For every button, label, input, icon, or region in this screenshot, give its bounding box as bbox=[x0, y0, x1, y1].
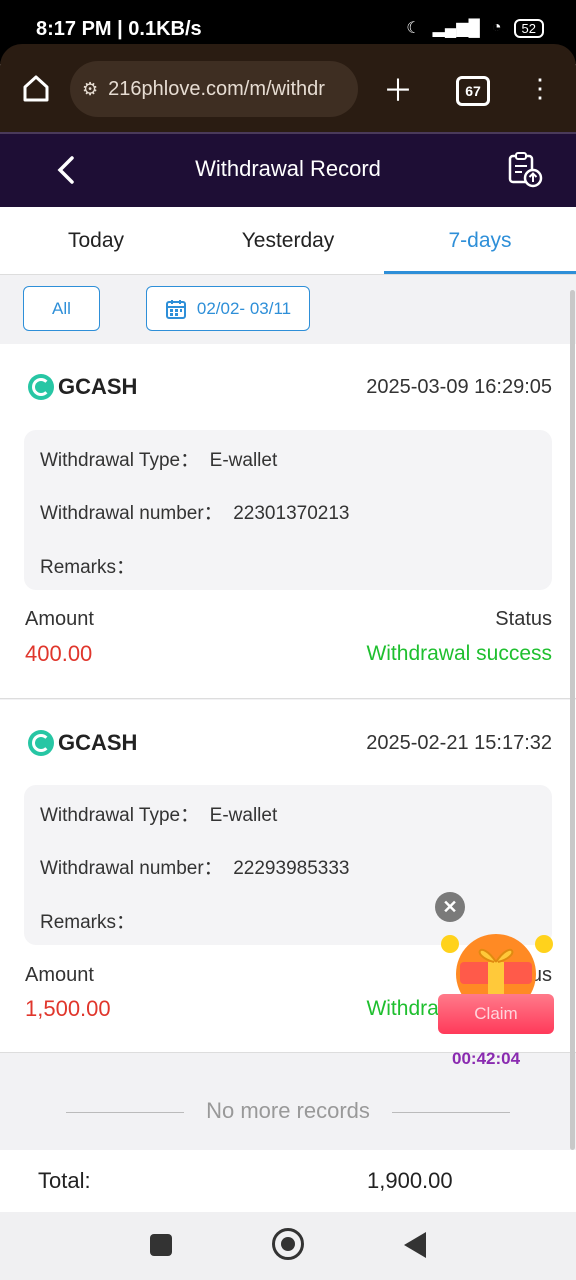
status-value: Withdrawal success bbox=[366, 642, 552, 665]
address-url: 216phlove.com/m/withdr bbox=[108, 77, 325, 100]
amount-value: 1,500.00 bbox=[25, 996, 111, 1021]
date-range-label: 02/02- 03/11 bbox=[196, 298, 292, 318]
browser-toolbar: ⚙ 216phlove.com/m/withdr ＋ 67 ⋮ bbox=[0, 44, 576, 132]
recents-icon[interactable] bbox=[150, 1234, 172, 1256]
gift-promo[interactable]: Claim bbox=[436, 926, 556, 1046]
date-range-button[interactable]: 02/02- 03/11 bbox=[146, 286, 310, 331]
withdrawal-type-row: Withdrawal Type： E-wallet bbox=[40, 805, 278, 826]
filter-all-button[interactable]: All bbox=[23, 286, 100, 331]
period-tabs: Today Yesterday 7-days bbox=[0, 207, 576, 275]
total-bar: Total: 1,900.00 bbox=[0, 1150, 576, 1212]
withdrawal-type-row: Withdrawal Type： E-wallet bbox=[40, 450, 278, 471]
record-details: Withdrawal Type： E-wallet Withdrawal num… bbox=[24, 430, 552, 590]
gcash-icon bbox=[28, 730, 54, 756]
record-datetime: 2025-02-21 15:17:32 bbox=[366, 732, 552, 754]
total-value: 1,900.00 bbox=[367, 1168, 453, 1193]
close-promo-icon[interactable]: ✕ bbox=[435, 892, 465, 922]
remarks-row: Remarks： bbox=[40, 557, 136, 578]
withdrawal-number-row: Withdrawal number： 22301370213 bbox=[40, 503, 350, 524]
remarks-row: Remarks： bbox=[40, 912, 136, 933]
scrollbar[interactable] bbox=[570, 290, 575, 1150]
wifi-icon: ◔ bbox=[491, 19, 502, 36]
status-icons: ☾ ▂▄▆█ ◔ 52 bbox=[406, 18, 544, 38]
record-datetime: 2025-03-09 16:29:05 bbox=[366, 376, 552, 398]
total-label: Total: bbox=[38, 1168, 91, 1193]
system-nav-bar bbox=[0, 1212, 576, 1280]
withdrawal-number-row: Withdrawal number： 22293985333 bbox=[40, 858, 350, 879]
home-icon[interactable] bbox=[14, 66, 58, 110]
address-bar[interactable]: ⚙ 216phlove.com/m/withdr bbox=[70, 61, 358, 117]
payment-method: GCASH bbox=[58, 730, 138, 755]
promo-countdown: 00:42:04 bbox=[452, 1049, 521, 1068]
tab-yesterday[interactable]: Yesterday bbox=[192, 207, 384, 274]
tab-count-button[interactable]: 67 bbox=[456, 76, 490, 106]
record-details: Withdrawal Type： E-wallet Withdrawal num… bbox=[24, 785, 552, 945]
gcash-logo: GCASH bbox=[28, 730, 137, 756]
moon-icon: ☾ bbox=[406, 20, 421, 37]
amount-value: 400.00 bbox=[25, 641, 93, 666]
tab-7-days[interactable]: 7-days bbox=[384, 207, 576, 274]
calendar-icon bbox=[165, 298, 187, 320]
divider bbox=[66, 1112, 184, 1113]
amount-label: Amount bbox=[25, 964, 94, 986]
back-nav-icon[interactable] bbox=[404, 1232, 426, 1263]
clipboard-upload-icon[interactable] bbox=[506, 150, 544, 188]
new-tab-icon[interactable]: ＋ bbox=[376, 66, 420, 110]
page-title: Withdrawal Record bbox=[195, 156, 381, 181]
divider bbox=[392, 1112, 510, 1113]
amount-label: Amount bbox=[25, 608, 94, 630]
status-label: Status bbox=[495, 608, 552, 630]
signal-icon: ▂▄▆█ bbox=[432, 20, 480, 37]
battery-icon: 52 bbox=[513, 18, 544, 38]
status-time: 8:17 PM | 0.1KB/s bbox=[36, 18, 202, 40]
gcash-icon bbox=[28, 374, 54, 400]
app-header: Withdrawal Record bbox=[0, 132, 576, 209]
home-nav-icon[interactable] bbox=[272, 1228, 304, 1260]
claim-button[interactable]: Claim bbox=[438, 994, 554, 1034]
gcash-logo: GCASH bbox=[28, 374, 137, 400]
menu-kebab-icon[interactable]: ⋮ bbox=[520, 66, 560, 110]
tab-today[interactable]: Today bbox=[0, 207, 192, 274]
record-card: GCASH 2025-03-09 16:29:05 Withdrawal Typ… bbox=[0, 344, 576, 699]
site-settings-icon[interactable]: ⚙ bbox=[82, 79, 98, 100]
no-more-records: No more records bbox=[0, 1098, 576, 1124]
payment-method: GCASH bbox=[58, 374, 138, 399]
